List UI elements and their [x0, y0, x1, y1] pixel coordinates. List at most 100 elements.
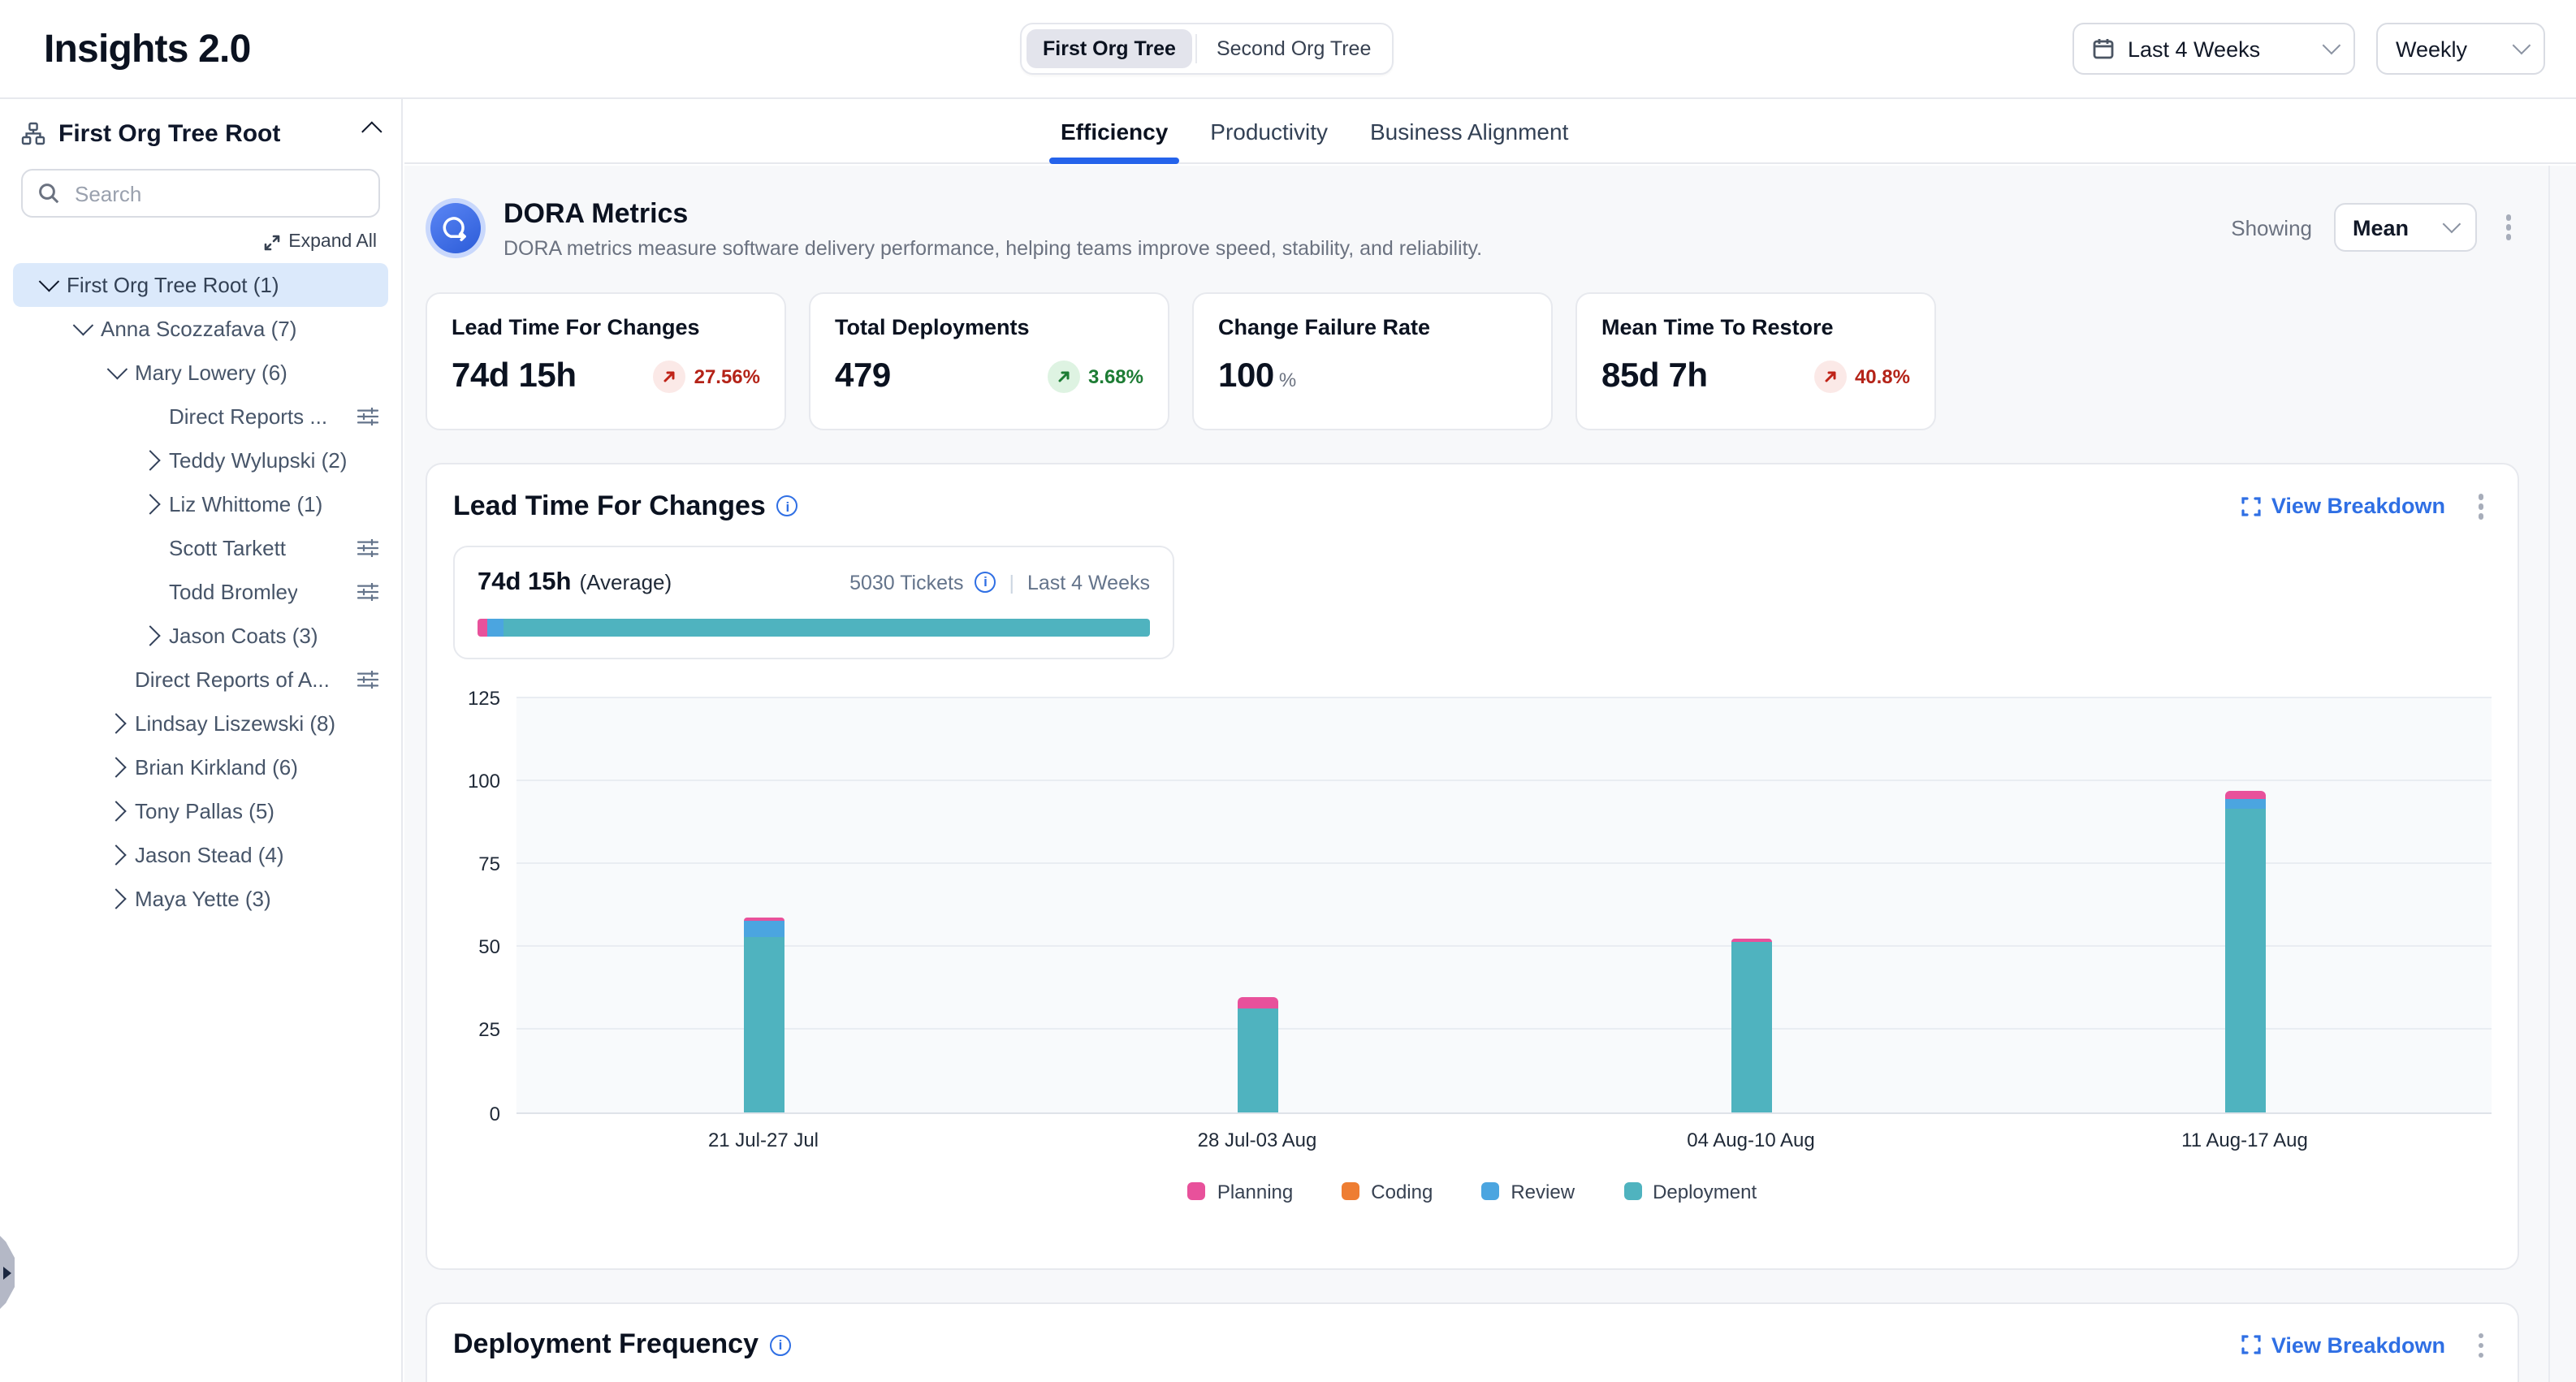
chart-plot-area — [516, 697, 2492, 1113]
filter-icon[interactable] — [357, 539, 378, 557]
tree-item[interactable]: Direct Reports of A... — [13, 658, 388, 702]
kebab-menu-icon[interactable] — [2497, 210, 2519, 245]
date-range-value: Last 4 Weeks — [2128, 37, 2310, 61]
tree-item-label: Mary Lowery (6) — [135, 361, 287, 385]
chevron-down-icon[interactable] — [38, 271, 58, 292]
scrollbar-track[interactable] — [2548, 166, 2550, 1382]
legend-item-coding[interactable]: Coding — [1342, 1180, 1433, 1203]
metric-card: Mean Time To Restore85d 7h40.8% — [1575, 292, 1936, 430]
filter-icon[interactable] — [357, 408, 378, 425]
tree-item[interactable]: Lindsay Liszewski (8) — [13, 702, 388, 745]
phase-distribution-bar — [478, 618, 1150, 636]
chevron-right-icon[interactable] — [105, 713, 125, 733]
tree-item[interactable]: First Org Tree Root (1) — [13, 263, 388, 307]
tree-item[interactable]: Todd Bromley — [13, 570, 388, 614]
dora-subtitle: DORA metrics measure software delivery p… — [504, 237, 1482, 260]
deployment-frequency-panel: Deployment Frequency View Breakdown — [426, 1302, 2519, 1382]
lead-time-panel: Lead Time For Changes View Breakdown — [426, 463, 2519, 1269]
info-icon[interactable] — [770, 1335, 791, 1356]
info-icon[interactable] — [777, 496, 798, 517]
tree-item[interactable]: Tony Pallas (5) — [13, 789, 388, 833]
sidebar-header[interactable]: First Org Tree Root — [0, 99, 401, 151]
expand-all-button[interactable]: Expand All — [0, 232, 377, 252]
tab-efficiency[interactable]: Efficiency — [1061, 118, 1168, 144]
tree-item-label: Tony Pallas (5) — [135, 799, 274, 823]
dora-title: DORA Metrics — [504, 198, 1482, 231]
insights-app: Insights 2.0 First Org TreeSecond Org Tr… — [0, 0, 2576, 1382]
tree-item[interactable]: Liz Whittome (1) — [13, 482, 388, 526]
metric-delta-badge: 40.8% — [1814, 361, 1910, 393]
tree-item[interactable]: Brian Kirkland (6) — [13, 745, 388, 789]
x-tick-label: 11 Aug-17 Aug — [1998, 1128, 2492, 1151]
search-input[interactable] — [71, 179, 364, 207]
legend-label: Coding — [1371, 1180, 1433, 1203]
info-icon[interactable] — [975, 572, 996, 593]
date-range-select[interactable]: Last 4 Weeks — [2072, 23, 2355, 75]
phase-segment-planning — [478, 618, 487, 636]
chevron-box — [39, 278, 55, 292]
chevron-right-icon[interactable] — [105, 801, 125, 821]
main-area: Efficiency Productivity Business Alignment… — [404, 99, 2576, 1382]
chevron-right-icon[interactable] — [139, 494, 159, 514]
showing-select[interactable]: Mean — [2333, 203, 2476, 252]
chevron-right-icon[interactable] — [105, 757, 125, 777]
org-toggle-first[interactable]: First Org Tree — [1027, 29, 1192, 68]
chevron-right-icon[interactable] — [105, 888, 125, 909]
chevron-right-icon[interactable] — [139, 450, 159, 470]
y-tick-label: 25 — [478, 1019, 500, 1042]
gridline — [516, 945, 2492, 947]
metric-card-value: 74d 15h — [452, 357, 577, 396]
tree-item[interactable]: Jason Coats (3) — [13, 614, 388, 658]
legend-item-deployment[interactable]: Deployment — [1623, 1180, 1757, 1203]
lead-time-summary-card: 74d 15h (Average) 5030 Tickets | Last 4 … — [453, 545, 1174, 659]
filter-icon[interactable] — [357, 671, 378, 689]
metric-card-title: Lead Time For Changes — [452, 315, 760, 339]
kebab-menu-icon[interactable] — [2470, 489, 2492, 524]
tab-business-alignment[interactable]: Business Alignment — [1370, 118, 1568, 144]
expand-breakdown-icon — [2242, 497, 2262, 516]
tree-item-label: Jason Stead (4) — [135, 843, 284, 867]
deployment-frequency-title: Deployment Frequency — [453, 1329, 759, 1362]
granularity-select[interactable]: Weekly — [2376, 23, 2545, 75]
chevron-box — [107, 716, 123, 731]
chevron-down-icon[interactable] — [106, 359, 127, 379]
tree-item[interactable]: Maya Yette (3) — [13, 877, 388, 921]
chevron-right-icon[interactable] — [139, 625, 159, 646]
bar-segment-deployment — [2224, 809, 2265, 1112]
tree-item[interactable]: Mary Lowery (6) — [13, 351, 388, 395]
trend-up-arrow-icon — [1048, 361, 1080, 393]
chevron-down-icon[interactable] — [72, 315, 93, 335]
view-breakdown-link[interactable]: View Breakdown — [2242, 1333, 2445, 1358]
tab-productivity[interactable]: Productivity — [1210, 118, 1328, 144]
filter-icon[interactable] — [357, 583, 378, 601]
tree-item-label: Liz Whittome (1) — [169, 492, 322, 516]
bar-segment-planning — [1237, 997, 1277, 1008]
tree-item-label: Todd Bromley — [169, 580, 298, 604]
tree-item[interactable]: Teddy Wylupski (2) — [13, 438, 388, 482]
metric-card-value: 100% — [1218, 357, 1296, 396]
chevron-up-icon[interactable] — [361, 121, 382, 141]
tree-item[interactable]: Direct Reports ... — [13, 395, 388, 438]
tree-item[interactable]: Anna Scozzafava (7) — [13, 307, 388, 351]
gridline — [516, 1029, 2492, 1030]
legend-item-planning[interactable]: Planning — [1188, 1180, 1293, 1203]
metric-card: Lead Time For Changes 74d 15h 27.56% — [426, 292, 786, 430]
y-tick-label: 125 — [468, 686, 500, 709]
chevron-box — [141, 453, 158, 468]
org-toggle-second[interactable]: Second Org Tree — [1200, 29, 1387, 68]
metric-delta-value: 27.56% — [694, 365, 760, 388]
metric-card-value: 85d 7h — [1601, 357, 1708, 396]
topbar-controls: Last 4 Weeks Weekly — [2072, 23, 2545, 75]
content-area: DORA Metrics DORA metrics measure softwa… — [404, 166, 2576, 1382]
chart-legend: Planning Coding Review Deployment — [453, 1180, 2492, 1203]
tree-item[interactable]: Scott Tarkett — [13, 526, 388, 570]
kebab-menu-icon[interactable] — [2470, 1328, 2492, 1363]
legend-swatch — [1481, 1182, 1499, 1200]
legend-item-review[interactable]: Review — [1481, 1180, 1575, 1203]
view-breakdown-link[interactable]: View Breakdown — [2242, 494, 2445, 519]
bar-segment-planning — [743, 917, 784, 920]
metric-card-value: 479 — [835, 357, 891, 396]
org-tree-toggle: First Org TreeSecond Org Tree — [1020, 23, 1394, 75]
tree-item[interactable]: Jason Stead (4) — [13, 833, 388, 877]
chevron-right-icon[interactable] — [105, 844, 125, 865]
